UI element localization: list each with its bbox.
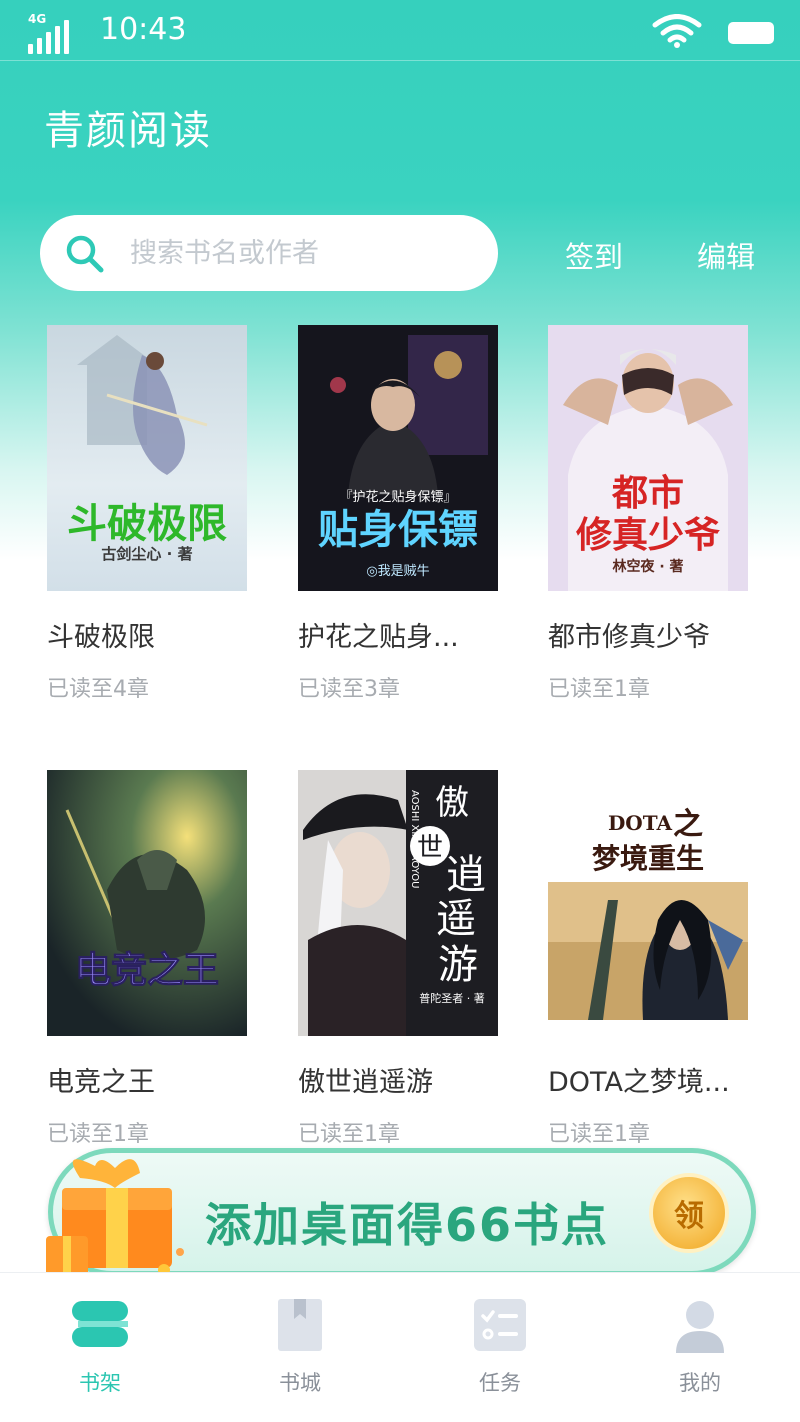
bookshelf-icon (72, 1301, 128, 1347)
status-divider (0, 60, 800, 61)
status-time: 10:43 (100, 12, 187, 47)
book-title: 护花之贴身... (298, 622, 459, 653)
svg-text:梦境重生: 梦境重生 (592, 842, 704, 875)
svg-text:都市: 都市 (611, 473, 684, 514)
svg-text:游: 游 (438, 942, 478, 988)
book-cover[interactable]: 斗破极限 古剑尘心 · 著 (47, 325, 247, 591)
profile-icon (676, 1301, 724, 1353)
book-cover[interactable]: 都市 修真少爷 林空夜 · 著 (548, 325, 748, 591)
tab-bookshelf[interactable]: 书架 (40, 1273, 160, 1422)
book-title: DOTA之梦境... (548, 1067, 730, 1098)
book-progress: 已读至1章 (298, 1122, 400, 1147)
cover-author: 普陀圣者 · 著 (419, 991, 485, 1005)
status-bar: 4G 10:43 (0, 0, 800, 60)
book-progress: 已读至4章 (47, 677, 149, 702)
book-progress: 已读至1章 (548, 677, 650, 702)
svg-text:修真少爷: 修真少爷 (576, 515, 720, 556)
tab-tasks[interactable]: 任务 (440, 1273, 560, 1422)
svg-text:傲: 傲 (435, 783, 469, 823)
cover-author: 古剑尘心 · 著 (101, 545, 192, 563)
cover-title: 电竞之王 (75, 950, 219, 991)
wifi-icon (652, 14, 702, 48)
bottom-nav: 书架 书城 任务 我的 (0, 1272, 800, 1422)
tab-label: 任务 (479, 1371, 521, 1395)
cover-subtitle: 『护花之贴身保镖』 (339, 489, 456, 505)
svg-text:逍: 逍 (446, 852, 486, 898)
book-cover[interactable]: DOTA 之 梦境重生 (548, 770, 748, 1036)
tab-label: 书城 (279, 1371, 321, 1395)
book-title: 电竞之王 (47, 1067, 155, 1098)
cover-title: 斗破极限 (67, 501, 227, 547)
search-icon (66, 235, 104, 273)
gift-icon (46, 1159, 184, 1276)
tab-profile[interactable]: 我的 (640, 1273, 760, 1422)
cover-author: 林空夜 · 著 (612, 558, 683, 575)
svg-text:DOTA: DOTA (608, 811, 673, 835)
banner-text: 添加桌面得66书点 (205, 1198, 610, 1252)
book-progress: 已读至1章 (47, 1122, 149, 1147)
book-cover[interactable]: 『护花之贴身保镖』 贴身保镖 ◎我是贼牛 (298, 325, 498, 591)
svg-text:之: 之 (673, 807, 703, 842)
book-progress: 已读至3章 (298, 677, 400, 702)
search-bar[interactable] (40, 215, 498, 291)
book-title: 都市修真少爷 (548, 622, 710, 653)
network-type: 4G (28, 12, 47, 26)
book-progress: 已读至1章 (548, 1122, 650, 1147)
tab-label: 书架 (79, 1371, 121, 1395)
cover-pinyin: AOSHI XIAOYAOYOU (409, 790, 420, 888)
battery-icon (728, 22, 774, 44)
book-cover[interactable]: 电竞之王 (47, 770, 247, 1036)
book-title: 斗破极限 (47, 622, 155, 653)
cover-author: ◎我是贼牛 (366, 564, 429, 579)
book-cover[interactable]: 傲 世 逍 遥 游 AOSHI XIAOYAOYOU 普陀圣者 · 著 (298, 770, 498, 1036)
signal-icon: 4G (26, 12, 72, 54)
bookstore-icon (278, 1299, 322, 1351)
tab-label: 我的 (679, 1371, 721, 1395)
tab-bookstore[interactable]: 书城 (240, 1273, 360, 1422)
search-input[interactable] (130, 229, 470, 277)
tasks-icon (474, 1299, 526, 1351)
cover-title: 贴身保镖 (318, 507, 478, 553)
claim-button[interactable]: 领 (649, 1173, 729, 1253)
app-title: 青颜阅读 (44, 108, 212, 154)
book-title: 傲世逍遥游 (298, 1067, 433, 1098)
checkin-button[interactable]: 签到 (565, 234, 623, 276)
edit-button[interactable]: 编辑 (697, 234, 755, 276)
svg-text:遥: 遥 (436, 896, 476, 942)
